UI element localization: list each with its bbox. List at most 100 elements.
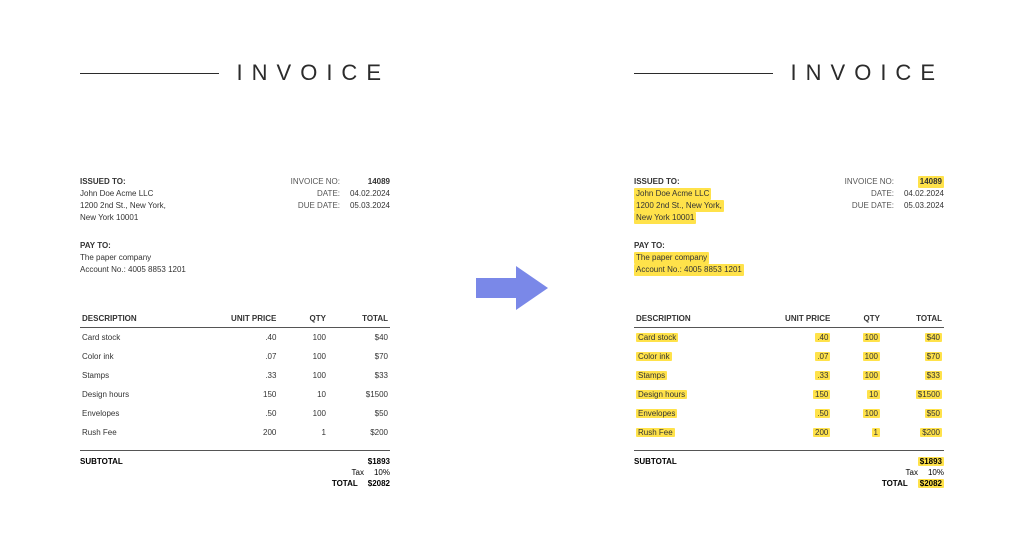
cell-total: $33 — [882, 366, 944, 385]
th-desc: DESCRIPTION — [80, 310, 216, 328]
table-row: Design hours15010$1500 — [634, 385, 944, 404]
tax-label: Tax — [352, 468, 364, 477]
cell-total: $200 — [328, 423, 390, 442]
cell-qty: 100 — [278, 366, 328, 385]
cell-total: $40 — [328, 328, 390, 348]
cell-unit: .33 — [216, 366, 278, 385]
cell-unit: .50 — [770, 404, 832, 423]
cell-total: $33 — [328, 366, 390, 385]
cell-qty: 10 — [832, 385, 882, 404]
invoice-before: INVOICE ISSUED TO: John Doe Acme LLC 120… — [40, 0, 430, 558]
cell-unit: .40 — [216, 328, 278, 348]
cell-total: $70 — [328, 347, 390, 366]
cell-total: $200 — [882, 423, 944, 442]
cell-desc: Design hours — [634, 385, 770, 404]
table-row: Design hours15010$1500 — [80, 385, 390, 404]
subtotal-label: SUBTOTAL — [634, 457, 677, 466]
issued-to-addr1: 1200 2nd St., New York, — [80, 200, 166, 212]
th-total: TOTAL — [882, 310, 944, 328]
cell-unit: .40 — [770, 328, 832, 348]
invoice-no: 14089 — [346, 176, 390, 188]
subtotal-block: SUBTOTAL $1893 Tax 10% TOTAL $2082 — [80, 450, 390, 488]
total-label: TOTAL — [882, 479, 908, 488]
date-label: DATE: — [292, 188, 340, 200]
cell-unit: .50 — [216, 404, 278, 423]
date-label: DATE: — [846, 188, 894, 200]
table-row: Stamps.33100$33 — [80, 366, 390, 385]
cell-qty: 100 — [832, 404, 882, 423]
issued-to-label: ISSUED TO: — [634, 176, 724, 188]
table-row: Stamps.33100$33 — [634, 366, 944, 385]
pay-to-acct: Account No.: 4005 8853 1201 — [80, 264, 390, 276]
cell-qty: 100 — [832, 347, 882, 366]
cell-qty: 100 — [832, 366, 882, 385]
invoice-no: 14089 — [918, 176, 944, 188]
issued-to-addr2: New York 10001 — [634, 212, 696, 224]
cell-desc: Color ink — [634, 347, 770, 366]
table-row: Envelopes.50100$50 — [80, 404, 390, 423]
cell-qty: 100 — [832, 328, 882, 348]
th-qty: QTY — [278, 310, 328, 328]
invoice-after: INVOICE ISSUED TO: John Doe Acme LLC 120… — [594, 0, 984, 558]
cell-desc: Envelopes — [80, 404, 216, 423]
due-date-value: 05.03.2024 — [346, 200, 390, 212]
cell-unit: .07 — [770, 347, 832, 366]
table-header-row: DESCRIPTION UNIT PRICE QTY TOTAL — [80, 310, 390, 328]
issued-to-addr2: New York 10001 — [80, 212, 166, 224]
pay-to-block: PAY TO: The paper company Account No.: 4… — [634, 240, 944, 276]
due-date-label: DUE DATE: — [846, 200, 894, 212]
cell-qty: 1 — [832, 423, 882, 442]
date-value: 04.02.2024 — [346, 188, 390, 200]
cell-total: $50 — [882, 404, 944, 423]
cell-total: $1500 — [328, 385, 390, 404]
pay-to-name: The paper company — [634, 252, 709, 264]
info-row: ISSUED TO: John Doe Acme LLC 1200 2nd St… — [80, 176, 390, 224]
title-row: INVOICE — [634, 60, 944, 86]
cell-desc: Stamps — [80, 366, 216, 385]
date-value: 04.02.2024 — [900, 188, 944, 200]
subtotal-block: SUBTOTAL $1893 Tax 10% TOTAL $2082 — [634, 450, 944, 488]
cell-unit: 150 — [770, 385, 832, 404]
title-rule — [634, 73, 773, 74]
title-rule — [80, 73, 219, 74]
line-items-table: DESCRIPTION UNIT PRICE QTY TOTAL Card st… — [80, 310, 390, 442]
cell-desc: Card stock — [80, 328, 216, 348]
pay-to-label: PAY TO: — [80, 240, 390, 252]
pay-to-acct: Account No.: 4005 8853 1201 — [634, 264, 744, 276]
due-date-value: 05.03.2024 — [900, 200, 944, 212]
invoice-meta: INVOICE NO: 14089 DATE: 04.02.2024 DUE DAT… — [845, 176, 944, 224]
invoice-no-label: INVOICE NO: — [291, 176, 340, 188]
issued-to-addr1: 1200 2nd St., New York, — [634, 200, 724, 212]
th-unit: UNIT PRICE — [216, 310, 278, 328]
cell-unit: 150 — [216, 385, 278, 404]
cell-total: $40 — [882, 328, 944, 348]
cell-total: $1500 — [882, 385, 944, 404]
cell-qty: 100 — [278, 347, 328, 366]
tax-value: 10% — [374, 468, 390, 477]
cell-unit: 200 — [216, 423, 278, 442]
cell-desc: Color ink — [80, 347, 216, 366]
cell-desc: Envelopes — [634, 404, 770, 423]
subtotal-value: $1893 — [368, 457, 390, 466]
cell-unit: 200 — [770, 423, 832, 442]
table-row: Rush Fee2001$200 — [80, 423, 390, 442]
cell-qty: 1 — [278, 423, 328, 442]
cell-desc: Card stock — [634, 328, 770, 348]
invoice-no-label: INVOICE NO: — [845, 176, 894, 188]
th-desc: DESCRIPTION — [634, 310, 770, 328]
cell-total: $50 — [328, 404, 390, 423]
invoice-title: INVOICE — [791, 60, 944, 86]
table-row: Card stock.40100$40 — [80, 328, 390, 348]
pay-to-label: PAY TO: — [634, 240, 944, 252]
title-row: INVOICE — [80, 60, 390, 86]
table-row: Card stock.40100$40 — [634, 328, 944, 348]
table-row: Rush Fee2001$200 — [634, 423, 944, 442]
tax-value: 10% — [928, 468, 944, 477]
invoice-meta: INVOICE NO:14089 DATE:04.02.2024 DUE DAT… — [291, 176, 390, 224]
cell-unit: .33 — [770, 366, 832, 385]
table-row: Color ink.07100$70 — [80, 347, 390, 366]
cell-desc: Stamps — [634, 366, 770, 385]
cell-desc: Rush Fee — [634, 423, 770, 442]
th-qty: QTY — [832, 310, 882, 328]
tax-label: Tax — [906, 468, 918, 477]
